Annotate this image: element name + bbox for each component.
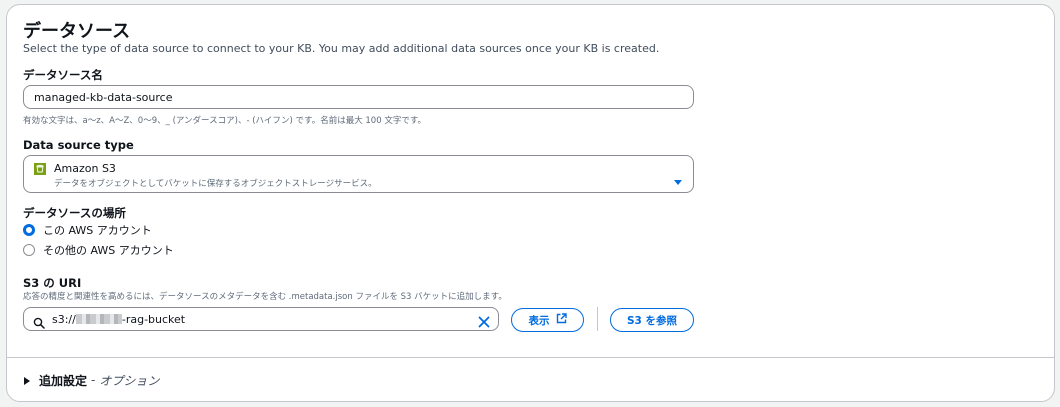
radio-button-checked[interactable] — [23, 224, 35, 236]
search-icon — [33, 314, 45, 333]
data-source-type-select[interactable]: Amazon S3 データをオブジェクトとしてバケットに保存するオブジェクトスト… — [23, 155, 694, 193]
radio-other-account[interactable]: その他の AWS アカウント — [23, 242, 174, 258]
redacted-bucket-name — [75, 314, 122, 324]
s3-uri-hint: 応答の精度と関連性を高めるには、データソースのメタデータを含む .metadat… — [23, 292, 507, 302]
s3-uri-suffix: -rag-bucket — [121, 313, 186, 326]
data-source-name-input[interactable] — [23, 85, 694, 109]
section-divider — [7, 357, 1054, 358]
view-button-label: 表示 — [528, 314, 550, 327]
radio-button-unchecked[interactable] — [23, 244, 35, 256]
section-title: データソース — [23, 21, 131, 42]
s3-uri-prefix: s3:// — [52, 313, 76, 326]
button-divider — [597, 307, 598, 331]
additional-settings-separator: - — [91, 373, 96, 387]
s3-uri-value: s3:// -rag-bucket — [52, 313, 185, 326]
radio-label-this-account: この AWS アカウント — [43, 224, 152, 237]
additional-settings-subtitle: オプション — [99, 373, 160, 388]
browse-s3-button[interactable]: S3 を参照 — [610, 308, 694, 332]
clear-icon[interactable] — [478, 313, 490, 332]
s3-uri-input[interactable]: s3:// -rag-bucket — [23, 307, 499, 331]
caret-right-icon — [23, 371, 31, 390]
data-source-type-value: Amazon S3 — [54, 162, 116, 175]
data-source-panel: データソース Select the type of data source to… — [6, 4, 1055, 402]
data-source-type-label: Data source type — [23, 138, 134, 152]
caret-down-icon — [673, 171, 683, 190]
section-description: Select the type of data source to connec… — [23, 42, 660, 55]
s3-uri-label: S3 の URI — [23, 276, 82, 290]
radio-label-other-account: その他の AWS アカウント — [43, 244, 174, 257]
radio-this-account[interactable]: この AWS アカウント — [23, 222, 152, 238]
additional-settings-expander[interactable]: 追加設定 - オプション — [23, 371, 159, 389]
additional-settings-title: 追加設定 — [39, 373, 88, 388]
data-source-name-hint: 有効な文字は、a〜z、A〜Z、0〜9、_ (アンダースコア)、- (ハイフン) … — [23, 116, 426, 126]
browse-s3-button-label: S3 を参照 — [626, 314, 678, 327]
view-button[interactable]: 表示 — [511, 308, 584, 332]
data-source-type-description: データをオブジェクトとしてバケットに保存するオブジェクトストレージサービス。 — [54, 179, 377, 189]
external-link-icon — [556, 313, 567, 327]
data-source-location-label: データソースの場所 — [23, 206, 126, 220]
s3-bucket-icon — [34, 163, 46, 175]
data-source-name-label: データソース名 — [23, 68, 103, 82]
